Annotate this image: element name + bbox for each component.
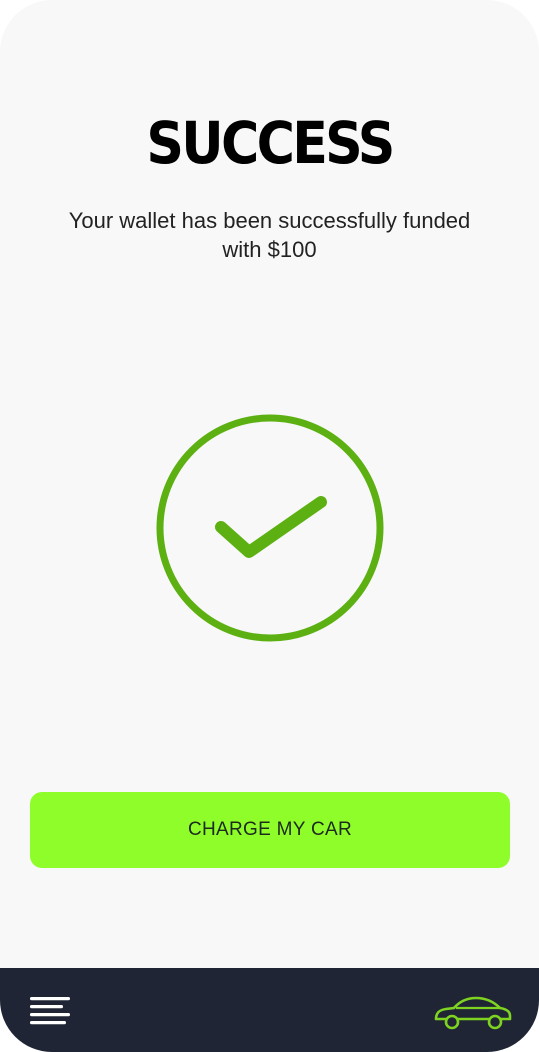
car-icon[interactable] [432,992,514,1032]
charge-my-car-button[interactable]: CHARGE MY CAR [30,792,510,868]
phone-screen: SUCCESS Your wallet has been successfull… [0,0,539,1052]
success-message: Your wallet has been successfully funded… [68,208,471,262]
page-title: SUCCESS [146,109,395,177]
bottom-navigation-bar [0,968,539,1052]
menu-icon[interactable] [28,994,74,1028]
check-circle-icon [154,413,386,645]
